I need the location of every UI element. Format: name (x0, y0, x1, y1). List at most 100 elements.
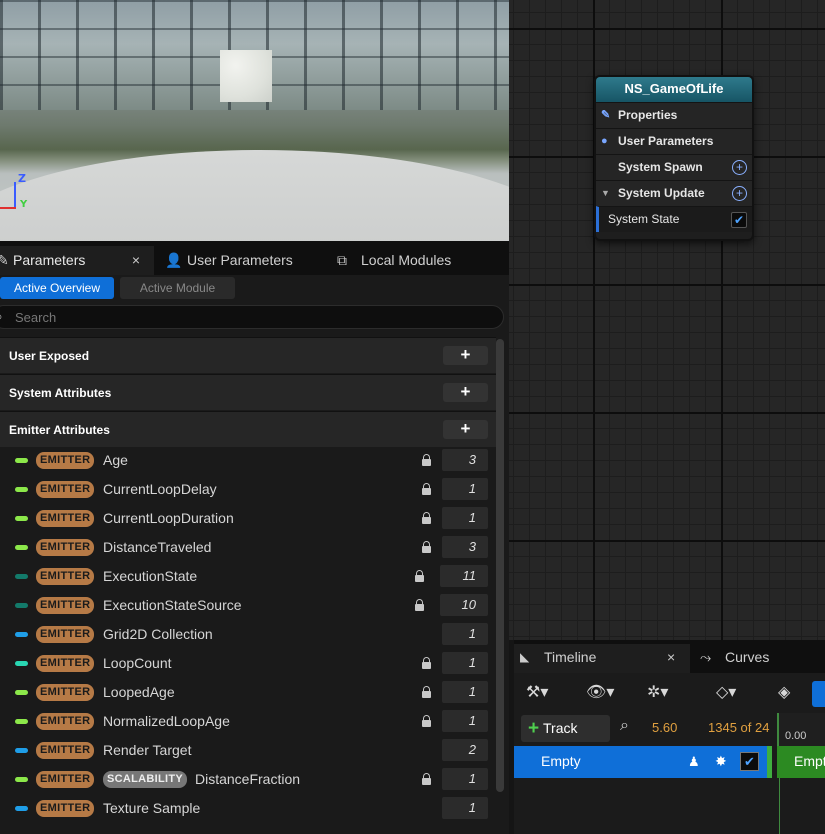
close-icon[interactable]: × (667, 644, 675, 671)
keyframe-icon[interactable]: ◇▾ (716, 682, 736, 702)
parameter-row[interactable]: EMITTER SCALABILITY DistanceFraction 1 (0, 765, 496, 794)
type-color-pin-icon (15, 661, 28, 666)
section-emitter-attributes[interactable]: Emitter Attributes + (0, 411, 496, 447)
filter-icon[interactable]: ⌕ (620, 717, 629, 735)
track-row-empty[interactable]: Empty ♟ ✸ ✔ (514, 746, 767, 778)
parameter-name[interactable]: Age (103, 446, 128, 475)
wrench-icon[interactable]: ⚒▾ (526, 682, 548, 702)
parameter-row[interactable]: EMITTER Texture Sample 1 (0, 794, 496, 823)
parameter-row[interactable]: EMITTER Grid2D Collection 1 (0, 620, 496, 649)
preview-viewport[interactable]: Z Y (0, 0, 509, 241)
section-system-attributes[interactable]: System Attributes + (0, 374, 496, 410)
parameter-name[interactable]: DistanceTraveled (103, 533, 211, 562)
namespace-badge: EMITTER (36, 568, 95, 585)
tab-curves[interactable]: ⤳ Curves (698, 644, 825, 673)
playback-button[interactable] (812, 681, 825, 707)
node-row-label: System Spawn (618, 160, 703, 174)
namespace-badge: EMITTER (36, 684, 95, 701)
scrollbar[interactable] (496, 339, 504, 792)
parameter-row[interactable]: EMITTER CurrentLoopDelay 1 (0, 475, 496, 504)
parameter-row[interactable]: EMITTER ExecutionState 11 (0, 562, 496, 591)
reference-count: 1 (442, 652, 488, 674)
parameter-row[interactable]: EMITTER Age 3 (0, 446, 496, 475)
track-button-label: Track (543, 720, 578, 736)
parameter-name[interactable]: Render Target (103, 736, 191, 765)
parameter-name[interactable]: LoopedAge (103, 678, 175, 707)
track-row-label: Empty (541, 753, 581, 769)
type-color-pin-icon (15, 516, 28, 521)
search-input[interactable] (15, 309, 485, 326)
namespace-badge: EMITTER (36, 597, 95, 614)
system-overview-graph[interactable]: NS_GameOfLife ✎ Properties ● User Parame… (509, 0, 825, 640)
add-module-icon[interactable]: + (732, 186, 747, 201)
tab-label: Local Modules (361, 252, 452, 268)
node-row-system-state[interactable]: System State ✔ (596, 206, 752, 232)
namespace-badge: EMITTER (36, 626, 95, 643)
tab-user-parameters[interactable]: 👤 User Parameters (163, 246, 333, 275)
close-icon[interactable]: × (132, 246, 140, 274)
time-ruler[interactable]: 0.00 (777, 713, 825, 746)
enable-checkbox[interactable]: ✔ (731, 212, 747, 228)
eye-icon[interactable]: 👁▾ (586, 682, 614, 702)
current-time[interactable]: 5.60 (652, 720, 677, 735)
scalability-badge: SCALABILITY (103, 771, 188, 788)
node-title[interactable]: NS_GameOfLife (596, 77, 752, 102)
axis-x-line (0, 207, 16, 209)
tab-local-modules[interactable]: ⧉ Local Modules (335, 246, 495, 275)
reference-count: 1 (442, 478, 488, 500)
snap-icon[interactable]: ✲▾ (647, 682, 668, 702)
tab-parameters[interactable]: ✎ Parameters × (0, 246, 154, 275)
parameter-row[interactable]: EMITTER LoopedAge 1 (0, 678, 496, 707)
add-parameter-button[interactable]: + (443, 346, 488, 365)
parameter-row[interactable]: EMITTER ExecutionStateSource 10 (0, 591, 496, 620)
add-parameter-button[interactable]: + (443, 383, 488, 402)
add-track-button[interactable]: + Track (521, 715, 610, 742)
lock-icon (422, 541, 431, 553)
track-color-bar (767, 746, 772, 778)
add-module-icon[interactable]: + (732, 160, 747, 175)
parameter-row[interactable]: EMITTER Render Target 2 (0, 736, 496, 765)
timeline-toolbar: ⚒▾ 👁▾ ✲▾ ◇▾ ◈ (514, 673, 825, 713)
node-row-properties[interactable]: ✎ Properties (596, 102, 752, 128)
namespace-badge: EMITTER (36, 510, 95, 527)
triangle-down-icon[interactable]: ▼ (601, 181, 610, 206)
node-row-label: System Update (618, 186, 705, 200)
parameter-row[interactable]: EMITTER DistanceTraveled 3 (0, 533, 496, 562)
panel-tab-bar: ✎ Parameters × 👤 User Parameters ⧉ Local… (0, 241, 509, 275)
node-row-system-update[interactable]: ▼ System Update + (596, 180, 752, 206)
namespace-badge: EMITTER (36, 481, 95, 498)
type-color-pin-icon (15, 748, 28, 753)
section-user-exposed[interactable]: User Exposed + (0, 337, 496, 373)
playhead[interactable] (779, 778, 780, 834)
key-nav-icon[interactable]: ◈ (778, 682, 790, 702)
node-row-system-spawn[interactable]: System Spawn + (596, 154, 752, 180)
parameter-name[interactable]: Grid2D Collection (103, 620, 213, 649)
add-parameter-button[interactable]: + (443, 420, 488, 439)
active-module-button[interactable]: Active Module (120, 277, 235, 299)
parameter-name[interactable]: Texture Sample (103, 794, 200, 823)
parameter-name[interactable]: CurrentLoopDuration (103, 504, 234, 533)
parameter-name[interactable]: LoopCount (103, 649, 172, 678)
parameter-name[interactable]: DistanceFraction (195, 765, 300, 794)
ruler-label: 0.00 (785, 730, 807, 742)
track-section[interactable]: Empty (777, 746, 825, 778)
node-row-label: User Parameters (618, 134, 714, 148)
parameter-row[interactable]: EMITTER NormalizedLoopAge 1 (0, 707, 496, 736)
system-node[interactable]: NS_GameOfLife ✎ Properties ● User Parame… (594, 75, 754, 241)
parameter-name[interactable]: ExecutionStateSource (103, 591, 242, 620)
node-row-user-parameters[interactable]: ● User Parameters (596, 128, 752, 154)
parameter-row[interactable]: EMITTER LoopCount 1 (0, 649, 496, 678)
parameter-name[interactable]: CurrentLoopDelay (103, 475, 217, 504)
namespace-badge: EMITTER (36, 539, 95, 556)
tab-timeline[interactable]: ◣ Timeline × (514, 644, 690, 673)
track-enabled-checkbox[interactable]: ✔ (740, 752, 759, 771)
parameter-name[interactable]: ExecutionState (103, 562, 197, 591)
parameter-name[interactable]: NormalizedLoopAge (103, 707, 230, 736)
niagara-editor: Z Y NS_GameOfLife ✎ Properties ● User Pa… (0, 0, 825, 834)
type-color-pin-icon (15, 806, 28, 811)
lock-icon (422, 454, 431, 466)
lock-icon (422, 483, 431, 495)
parameter-row[interactable]: EMITTER CurrentLoopDuration 1 (0, 504, 496, 533)
plus-icon: + (528, 718, 540, 739)
active-overview-button[interactable]: Active Overview (0, 277, 114, 299)
